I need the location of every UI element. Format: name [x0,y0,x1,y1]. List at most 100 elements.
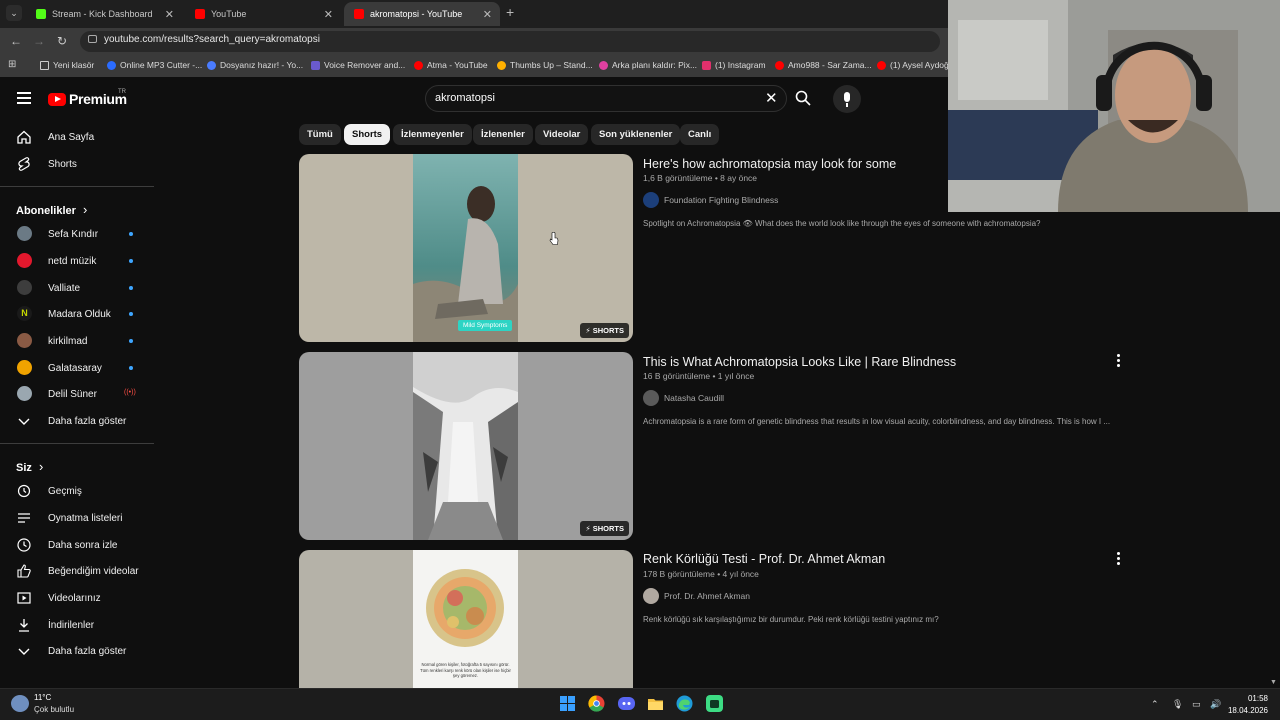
close-tab-icon[interactable]: ✕ [165,8,174,21]
bookmark-item[interactable]: Thumbs Up – Stand... [497,60,593,70]
menu-icon[interactable] [17,92,31,104]
sidebar-sub-madara[interactable]: N Madara Olduk [0,301,154,327]
you-heading[interactable]: Siz › [16,459,43,474]
sidebar-more-you[interactable]: Daha fazla göster [0,638,154,664]
tray-overflow-icon[interactable]: ⌃ [1151,699,1159,710]
bookmark-item[interactable]: Arka planı kaldır: Pix... [599,60,697,70]
new-tab-button[interactable]: + [506,4,514,20]
weather-description[interactable]: Çok bulutlu [34,705,74,714]
chip-recent[interactable]: Son yüklenenler [591,124,681,145]
voice-search-icon[interactable] [833,85,861,113]
system-clock[interactable]: 01:58 18.04.2026 [1228,693,1268,717]
overlay-caption: Mild Symptoms [458,320,513,331]
sidebar-item-downloads[interactable]: İndirilenler [0,612,154,638]
channel-link[interactable]: Foundation Fighting Blindness [643,192,778,208]
clear-search-icon[interactable]: ✕ [765,89,778,107]
bookmark-item[interactable]: Dosyanız hazır! - Yo... [207,60,303,70]
tab-youtube[interactable]: YouTube ✕ [185,2,341,26]
sidebar-sub-galatasaray[interactable]: Galatasaray [0,355,154,381]
video-title[interactable]: This is What Achromatopsia Looks Like | … [643,355,956,369]
thumbnail-caption: Normal gören kişiler, fotoğrafta 5 sayıs… [420,662,511,678]
url-text[interactable]: youtube.com/results?search_query=akromat… [104,34,320,45]
sidebar-item-shorts[interactable]: Shorts [0,151,154,177]
edge-icon[interactable] [676,695,693,712]
microphone-icon[interactable]: 🎙 [1172,699,1183,710]
sidebar-item-home[interactable]: Ana Sayfa [0,124,154,150]
chip-watched[interactable]: İzlenenler [473,124,533,145]
video-thumbnail[interactable]: ⚡ SHORTS [299,352,633,540]
home-icon [17,130,31,144]
forward-icon[interactable]: → [33,34,45,48]
more-actions-icon[interactable] [1117,552,1121,567]
sidebar-sub-valliate[interactable]: Valliate [0,275,154,301]
folder-icon [40,60,49,70]
chip-shorts[interactable]: Shorts [344,124,391,145]
bookmark-item[interactable]: Amo988 - Sar Zama... [775,60,872,70]
close-tab-icon[interactable]: ✕ [483,8,492,21]
sidebar-sub-sefa[interactable]: Sefa Kındır [0,221,154,247]
windows-start-icon[interactable] [559,695,576,712]
youtube-icon [877,60,886,70]
sidebar-item-playlists[interactable]: Oynatma listeleri [0,505,154,531]
discord-icon[interactable] [618,695,635,712]
bookmark-item[interactable]: Online MP3 Cutter -... [107,60,202,70]
video-title[interactable]: Here's how achromatopsia may look for so… [643,157,896,171]
site-info-icon[interactable] [88,35,97,43]
app-icon[interactable] [706,695,723,712]
sidebar-item-watch-later[interactable]: Daha sonra izle [0,532,154,558]
video-title[interactable]: Renk Körlüğü Testi - Prof. Dr. Ahmet Akm… [643,552,885,566]
chip-videos[interactable]: Videolar [535,124,589,145]
bookmark-item[interactable]: (1) Instagram [702,60,766,70]
shorts-icon: ⚡ [585,326,591,335]
display-icon[interactable]: ▭ [1192,699,1201,710]
bookmark-item[interactable]: Voice Remover and... [311,60,405,70]
chip-all[interactable]: Tümü [299,124,341,145]
scroll-down-arrow[interactable]: ▼ [1270,679,1277,686]
subscriptions-heading[interactable]: Abonelikler › [16,202,87,217]
file-explorer-icon[interactable] [647,695,664,712]
sidebar-item-liked[interactable]: Beğendiğim videolar [0,558,154,584]
video-thumbnail[interactable]: Normal gören kişiler, fotoğrafta 5 sayıs… [299,550,633,688]
sidebar-sub-netd[interactable]: netd müzik [0,248,154,274]
bookmark-item[interactable]: Atma - YouTube [414,60,488,70]
new-content-dot [129,232,133,236]
tab-akromatopsi[interactable]: akromatopsi - YouTube ✕ [344,2,500,26]
tab-kick-dashboard[interactable]: Stream - Kick Dashboard ✕ [26,2,182,26]
search-input[interactable]: akromatopsi [435,92,495,104]
search-icon[interactable] [795,90,811,106]
sidebar-divider [0,186,154,187]
video-thumbnail[interactable]: Mild Symptoms ⚡ SHORTS [299,154,633,342]
chip-live[interactable]: Canlı [680,124,720,145]
tab-search-button[interactable]: ⌄ [6,5,22,21]
clock-icon [17,538,31,552]
reload-icon[interactable]: ↻ [57,34,67,48]
chrome-icon[interactable] [588,695,605,712]
bookmark-item[interactable]: (1) Aysel Aydoğ [877,60,949,70]
sidebar-sub-delil[interactable]: Delil Süner ((•)) [0,381,154,407]
youtube-premium-logo[interactable]: Premium [48,91,127,107]
weather-temperature[interactable]: 11°C [34,693,51,702]
avatar [17,333,32,348]
channel-link[interactable]: Natasha Caudill [643,390,724,406]
shorts-badge: ⚡ SHORTS [580,323,629,338]
back-icon[interactable]: ← [10,34,22,48]
avatar [643,588,659,604]
close-tab-icon[interactable]: ✕ [324,8,333,21]
sidebar-item-your-videos[interactable]: Videolarınız [0,585,154,611]
bookmark-item[interactable]: Yeni klasör [40,60,94,70]
weather-icon[interactable] [11,695,29,712]
shorts-badge: ⚡ SHORTS [580,521,629,536]
avatar [17,360,32,375]
youtube-icon [195,9,205,19]
channel-link[interactable]: Prof. Dr. Ahmet Akman [643,588,750,604]
apps-grid-icon[interactable]: ⊞ [8,59,16,70]
sidebar-item-history[interactable]: Geçmiş [0,478,154,504]
sidebar-more-subs[interactable]: Daha fazla göster [0,408,154,434]
chip-unwatched[interactable]: İzlenmeyenler [393,124,472,145]
sidebar-sub-kirkilmad[interactable]: kirkilmad [0,328,154,354]
bookmark-favicon [599,60,608,70]
more-actions-icon[interactable] [1117,354,1121,369]
volume-icon[interactable]: 🔊 [1210,699,1221,710]
shorts-icon: ⚡ [585,524,591,533]
bookmark-favicon [207,60,216,70]
